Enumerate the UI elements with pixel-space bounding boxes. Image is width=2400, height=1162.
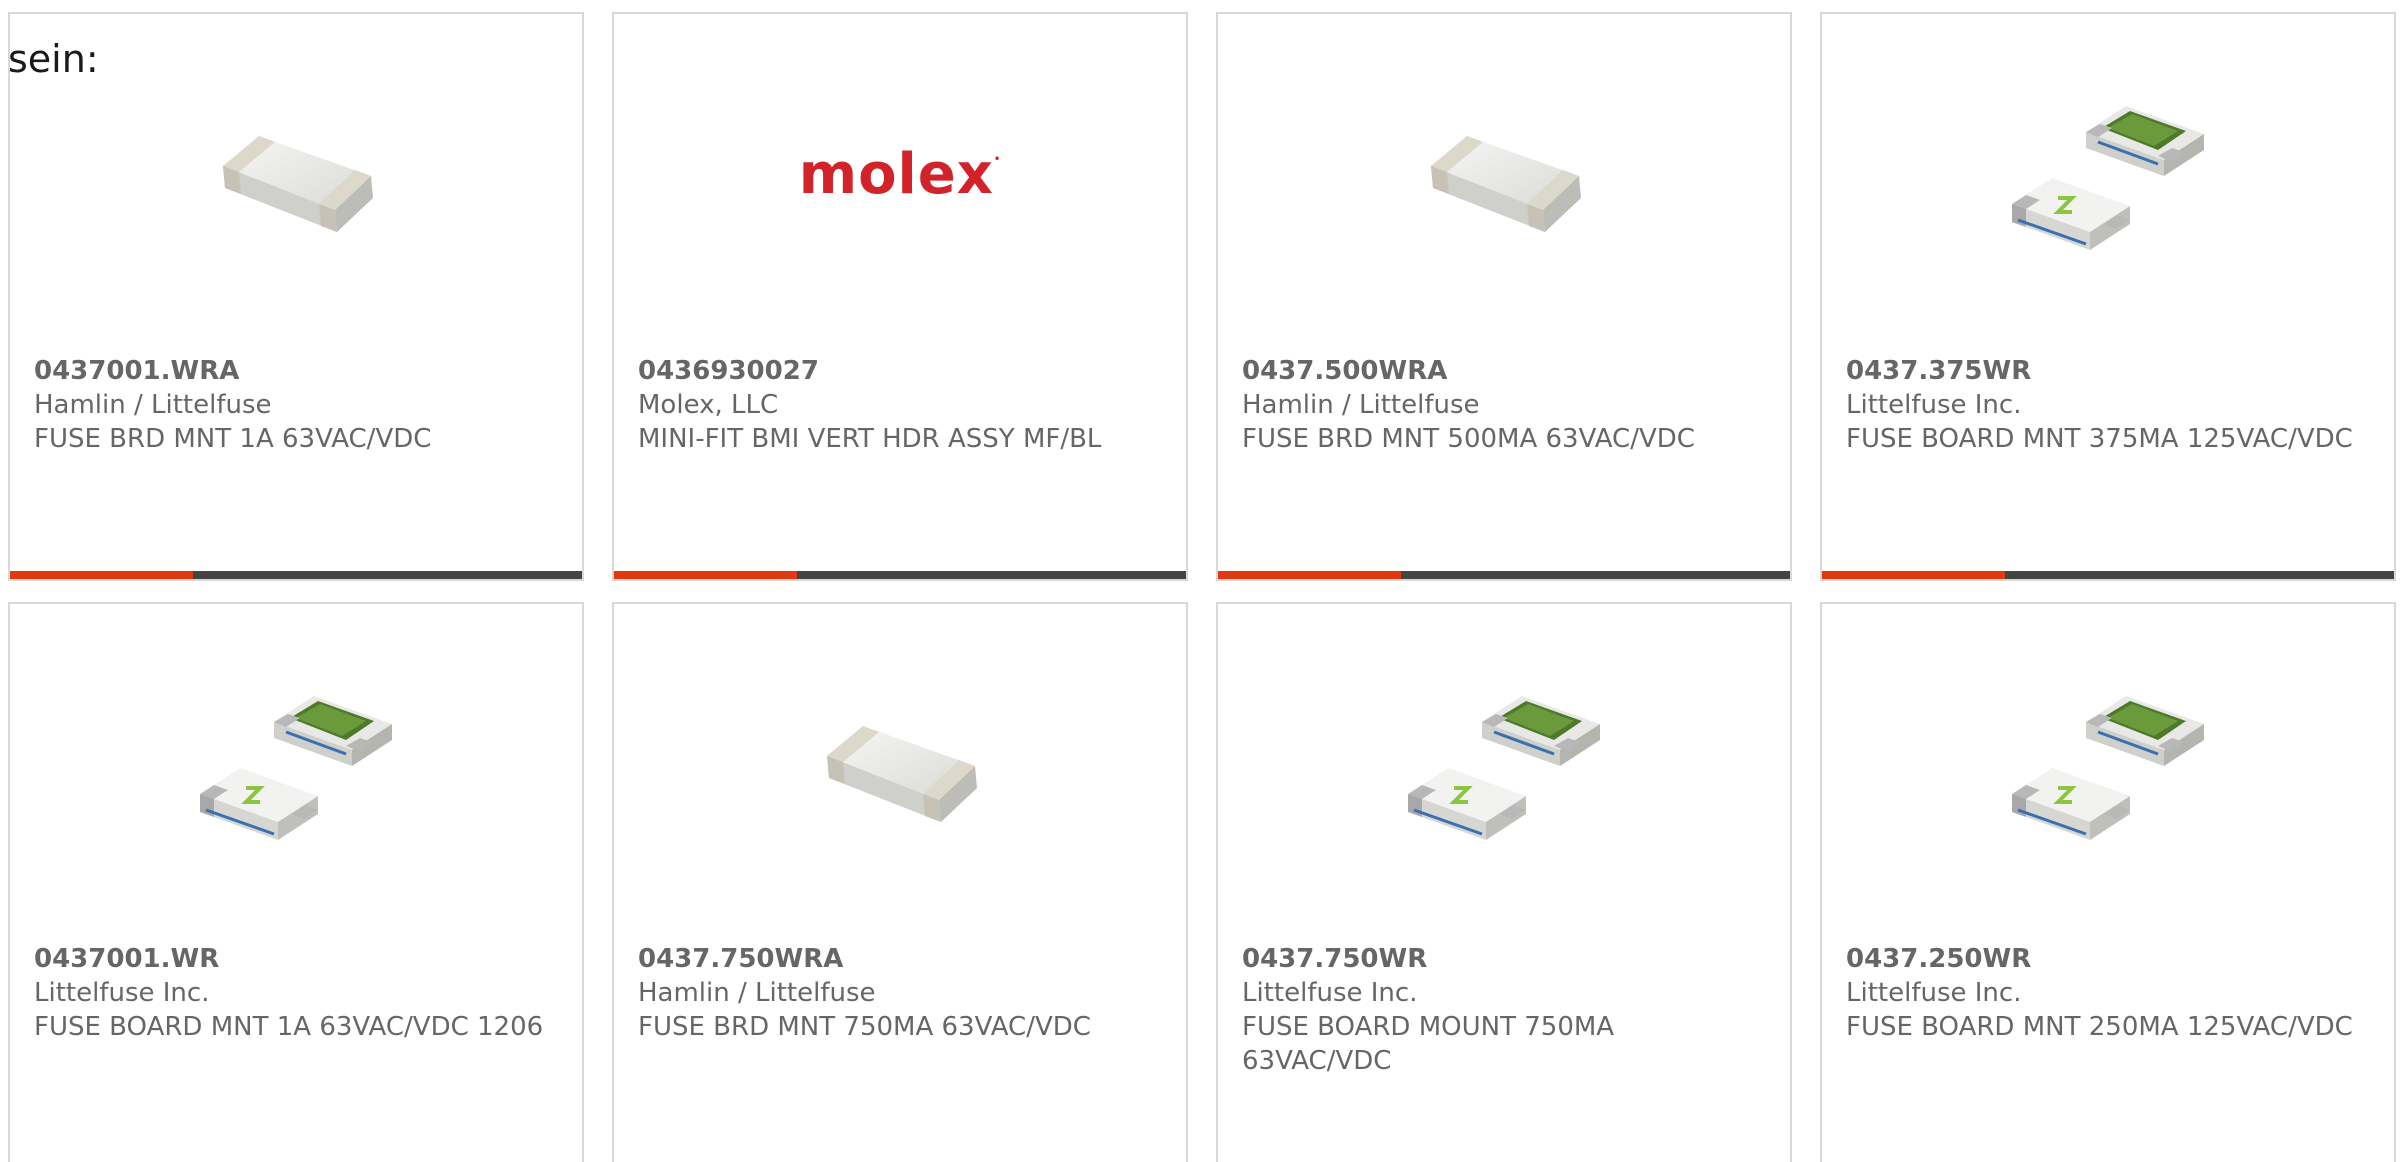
- product-image: molex•: [614, 64, 1186, 304]
- product-image: [10, 654, 582, 894]
- manufacturer: Littelfuse Inc.: [1242, 978, 1418, 1008]
- product-card[interactable]: molex• 0436930027 Molex, LLC MINI-FIT BM…: [612, 12, 1188, 581]
- product-info: 0437.750WR Littelfuse Inc. FUSE BOARD MO…: [1242, 942, 1766, 1078]
- part-number[interactable]: 0437.250WR: [1846, 942, 2370, 976]
- product-info: 0437.750WRA Hamlin / Littelfuse FUSE BRD…: [638, 942, 1162, 1044]
- description: FUSE BRD MNT 750MA 63VAC/VDC: [638, 1012, 1091, 1042]
- part-number[interactable]: 0437.750WRA: [638, 942, 1162, 976]
- description: FUSE BOARD MNT 375MA 125VAC/VDC: [1846, 424, 2353, 454]
- manufacturer: Hamlin / Littelfuse: [34, 390, 272, 420]
- product-card[interactable]: 0437.250WR Littelfuse Inc. FUSE BOARD MN…: [1820, 602, 2396, 1162]
- manufacturer: Hamlin / Littelfuse: [1242, 390, 1480, 420]
- part-number[interactable]: 0436930027: [638, 354, 1162, 388]
- white-fuse-icon: [827, 726, 977, 822]
- product-info: 0437.500WRA Hamlin / Littelfuse FUSE BRD…: [1242, 354, 1766, 456]
- product-image: [10, 64, 582, 304]
- product-card[interactable]: 0437.375WR Littelfuse Inc. FUSE BOARD MN…: [1820, 12, 2396, 581]
- littelfuse-fuse-pair-icon: [2012, 696, 2204, 840]
- description: FUSE BOARD MOUNT 750MA 63VAC/VDC: [1242, 1012, 1615, 1076]
- product-grid-page: sein: 0437001.WRA Hamlin / Littelfuse FU…: [0, 0, 2400, 1162]
- product-card[interactable]: 0437.750WRA Hamlin / Littelfuse FUSE BRD…: [612, 602, 1188, 1162]
- description: FUSE BRD MNT 1A 63VAC/VDC: [34, 424, 432, 454]
- description: MINI-FIT BMI VERT HDR ASSY MF/BL: [638, 424, 1102, 454]
- product-info: 0437.250WR Littelfuse Inc. FUSE BOARD MN…: [1846, 942, 2370, 1044]
- manufacturer: Molex, LLC: [638, 390, 779, 420]
- card-bar: [614, 571, 1186, 579]
- product-image: [614, 654, 1186, 894]
- description: FUSE BRD MNT 500MA 63VAC/VDC: [1242, 424, 1695, 454]
- product-info: 0437001.WRA Hamlin / Littelfuse FUSE BRD…: [34, 354, 558, 456]
- card-bar: [10, 571, 582, 579]
- product-card[interactable]: 0437001.WRA Hamlin / Littelfuse FUSE BRD…: [8, 12, 584, 581]
- description: FUSE BOARD MNT 1A 63VAC/VDC 1206: [34, 1012, 544, 1042]
- product-info: 0437.375WR Littelfuse Inc. FUSE BOARD MN…: [1846, 354, 2370, 456]
- product-card[interactable]: 0437.500WRA Hamlin / Littelfuse FUSE BRD…: [1216, 12, 1792, 581]
- product-image: [1218, 654, 1790, 894]
- part-number[interactable]: 0437001.WRA: [34, 354, 558, 388]
- manufacturer: Littelfuse Inc.: [1846, 390, 2022, 420]
- white-fuse-icon: [1431, 136, 1581, 232]
- manufacturer: Littelfuse Inc.: [34, 978, 210, 1008]
- manufacturer: Hamlin / Littelfuse: [638, 978, 876, 1008]
- intro-text: sein:: [8, 37, 99, 81]
- part-number[interactable]: 0437.500WRA: [1242, 354, 1766, 388]
- product-info: 0436930027 Molex, LLC MINI-FIT BMI VERT …: [638, 354, 1162, 456]
- product-image: [1822, 64, 2394, 304]
- description: FUSE BOARD MNT 250MA 125VAC/VDC: [1846, 1012, 2353, 1042]
- manufacturer: Littelfuse Inc.: [1846, 978, 2022, 1008]
- molex-logo-icon: molex•: [798, 141, 1002, 207]
- product-card[interactable]: 0437.750WR Littelfuse Inc. FUSE BOARD MO…: [1216, 602, 1792, 1162]
- part-number[interactable]: 0437.750WR: [1242, 942, 1766, 976]
- card-bar: [1822, 571, 2394, 579]
- product-image: [1822, 654, 2394, 894]
- card-bar-accent: [1822, 571, 2006, 579]
- card-bar: [1218, 571, 1790, 579]
- part-number[interactable]: 0437.375WR: [1846, 354, 2370, 388]
- card-bar-accent: [1218, 571, 1402, 579]
- card-bar-accent: [614, 571, 798, 579]
- part-number[interactable]: 0437001.WR: [34, 942, 558, 976]
- littelfuse-fuse-pair-icon: [1408, 696, 1600, 840]
- product-image: [1218, 64, 1790, 304]
- product-card[interactable]: 0437001.WR Littelfuse Inc. FUSE BOARD MN…: [8, 602, 584, 1162]
- product-info: 0437001.WR Littelfuse Inc. FUSE BOARD MN…: [34, 942, 558, 1044]
- card-bar-accent: [10, 571, 194, 579]
- white-fuse-icon: [223, 136, 373, 232]
- littelfuse-fuse-pair-icon: [200, 696, 392, 840]
- littelfuse-fuse-pair-icon: [2012, 106, 2204, 250]
